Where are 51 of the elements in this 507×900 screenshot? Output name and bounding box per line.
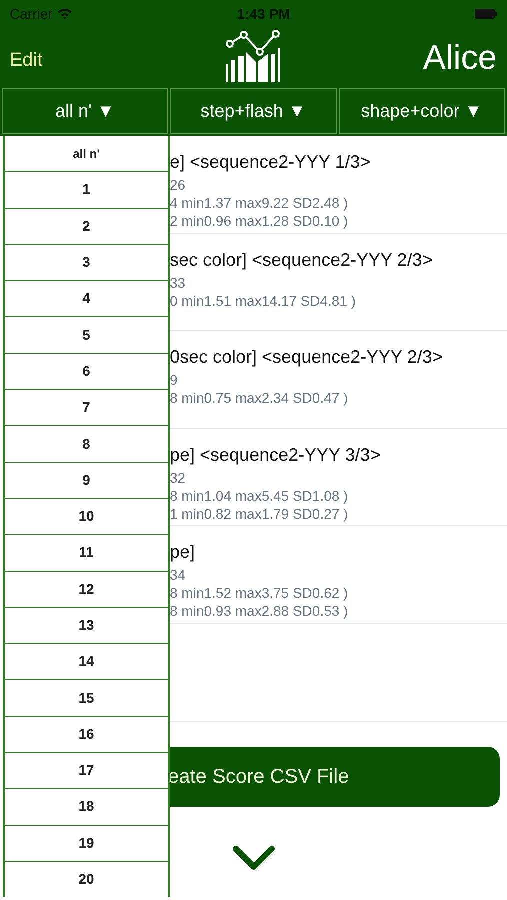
result-detail: 33: [170, 274, 187, 292]
result-title: 0sec color] <sequence2-YYY 2/3>: [170, 346, 444, 369]
result-title: pe] <sequence2-YYY 3/3>: [170, 444, 382, 466]
dropdown-option[interactable]: 10: [5, 498, 168, 534]
dropdown-option[interactable]: 5: [5, 317, 168, 353]
result-detail: 9: [170, 371, 179, 389]
result-detail: 8 min0.93 max2.88 SD0.53 ): [170, 602, 350, 620]
result-title: e] <sequence2-YYY 1/3>: [170, 151, 372, 174]
user-name: Alice: [423, 38, 497, 78]
result-detail: 2 min0.96 max1.28 SD0.10 ): [170, 212, 350, 230]
result-title: sec color] <sequence2-YYY 2/3>: [170, 248, 434, 272]
dropdown-option[interactable]: 6: [5, 354, 168, 390]
result-detail: 8 min0.75 max2.34 SD0.47 ): [170, 389, 350, 407]
result-detail: 8 min1.04 max5.45 SD1.08 ): [170, 486, 350, 504]
chart-logo-icon: [226, 30, 282, 82]
wifi-icon: [56, 8, 73, 20]
dropdown-option[interactable]: 14: [5, 644, 168, 680]
dropdown-option[interactable]: 8: [5, 426, 168, 462]
chevron-down-icon[interactable]: [232, 844, 276, 870]
filter-dropdown[interactable]: step+flash ▼: [170, 88, 337, 134]
result-title: pe]: [170, 541, 196, 564]
dropdown-option[interactable]: 16: [5, 716, 168, 752]
dropdown-option[interactable]: 13: [5, 608, 168, 644]
dropdown-option[interactable]: 15: [5, 680, 168, 716]
result-detail: 26: [170, 176, 187, 194]
result-detail: 34: [170, 566, 187, 584]
battery-icon: [474, 9, 497, 19]
dropdown-option[interactable]: 12: [5, 572, 168, 607]
carrier-label: Carrier: [10, 4, 53, 24]
dropdown-option[interactable]: 3: [5, 244, 168, 280]
dropdown-option[interactable]: 20: [5, 862, 168, 898]
dropdown-option[interactable]: 17: [5, 753, 168, 788]
dropdown-option[interactable]: 4: [5, 281, 168, 316]
create-csv-button[interactable]: eate Score CSV File: [168, 746, 500, 806]
filter-dropdown[interactable]: all n' ▼: [2, 88, 168, 134]
dropdown-option[interactable]: all n': [5, 136, 168, 172]
result-detail: 0 min1.51 max14.17 SD4.81 ): [170, 292, 357, 310]
edit-button[interactable]: Edit: [10, 46, 43, 76]
result-detail: 32: [170, 468, 187, 486]
dropdown-option[interactable]: 11: [5, 535, 168, 571]
result-detail: 4 min1.37 max9.22 SD2.48 ): [170, 194, 350, 212]
dropdown-option[interactable]: 1: [5, 172, 168, 208]
status-time: 1:43 PM: [237, 4, 290, 24]
filter-dropdown[interactable]: shape+color ▼: [338, 88, 505, 134]
result-detail: 8 min1.52 max3.75 SD0.62 ): [170, 584, 350, 602]
dropdown-option[interactable]: 19: [5, 826, 168, 861]
dropdown-option[interactable]: 18: [5, 789, 168, 825]
result-detail: 1 min0.82 max1.79 SD0.27 ): [170, 504, 350, 522]
dropdown-option[interactable]: 9: [5, 462, 168, 498]
dropdown-option[interactable]: 7: [5, 390, 168, 426]
dropdown-option[interactable]: 2: [5, 208, 168, 244]
